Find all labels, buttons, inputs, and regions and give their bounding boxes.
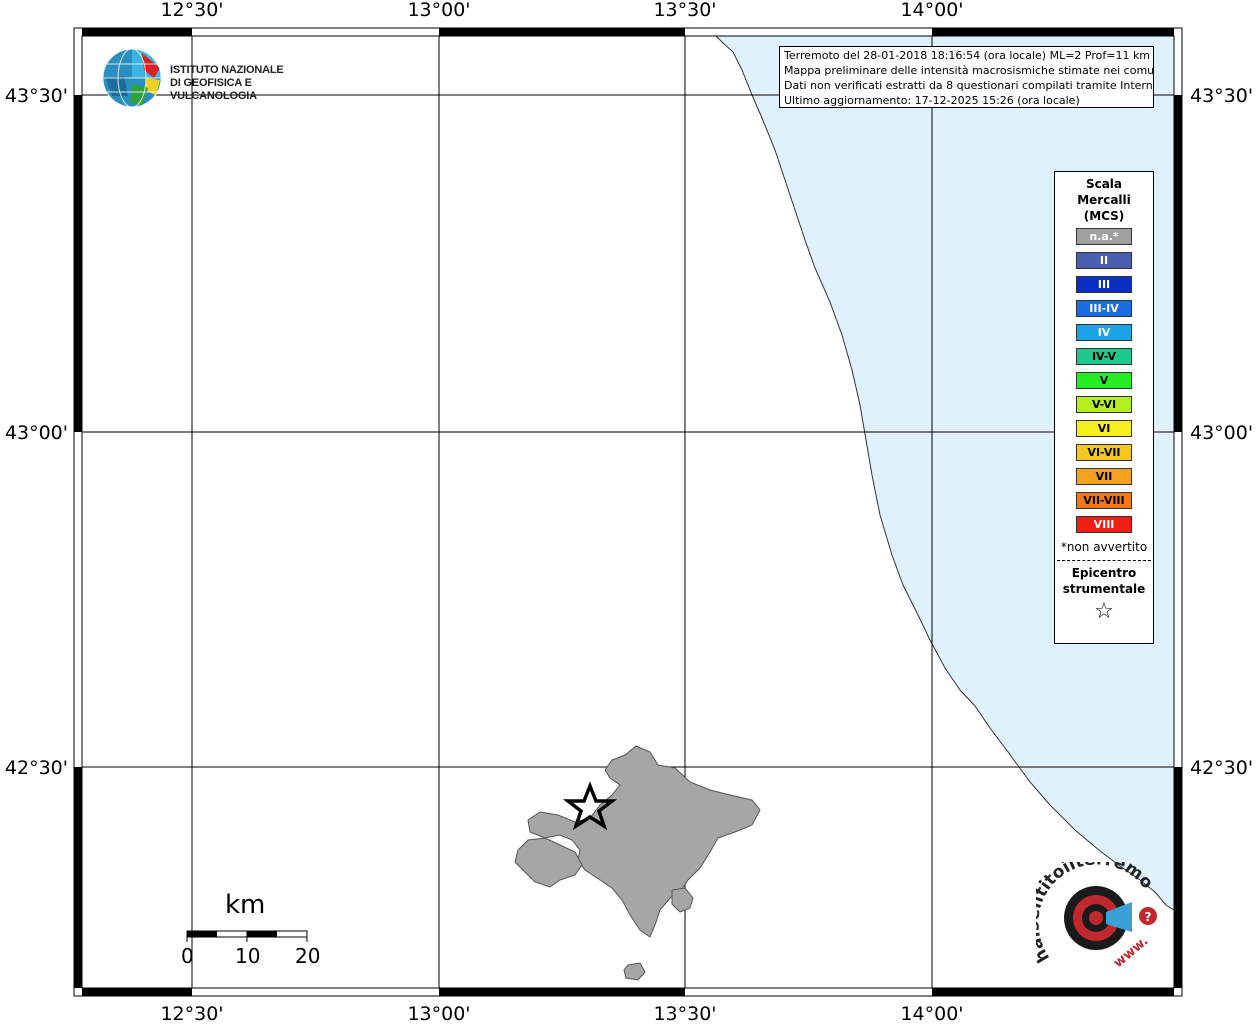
lon-tick-bottom-3: 13°30' <box>653 1003 716 1024</box>
legend-item: II <box>1076 252 1132 269</box>
ingv-logo: ISTITUTO NAZIONALE DI GEOFISICA E VULCAN… <box>102 48 332 110</box>
event-info-line-3: Dati non verificati estratti da 8 questi… <box>784 79 1154 92</box>
event-info-line-1: Terremoto del 28-01-2018 18:16:54 (ora l… <box>784 49 1151 62</box>
lat-tick-left-1: 43°30' <box>5 85 68 107</box>
legend-epicenter-line2: strumentale <box>1062 582 1146 596</box>
legend-item: IV-V <box>1076 348 1132 365</box>
legend-note: *non avvertito <box>1060 540 1148 554</box>
legend-item: V-VI <box>1076 396 1132 413</box>
scale-bar <box>186 930 308 942</box>
scale-unit: km <box>225 890 266 920</box>
lat-tick-left-2: 43°00' <box>5 422 68 444</box>
legend-epicenter-label: Epicentro strumentale <box>1055 565 1153 597</box>
lon-tick-bottom-2: 13°00' <box>407 1003 470 1024</box>
lat-tick-right-2: 43°00' <box>1190 422 1253 444</box>
lon-tick-top-1: 12°30' <box>160 0 223 21</box>
event-info-line-4: Ultimo aggiornamento: 17-12-2025 15:26 (… <box>784 94 1080 107</box>
lon-tick-bottom-1: 12°30' <box>160 1003 223 1024</box>
legend-item: VII-VIII <box>1076 492 1132 509</box>
scale-label-10: 10 <box>235 944 261 968</box>
lat-tick-right-3: 42°30' <box>1190 757 1253 779</box>
legend-item: IV <box>1076 324 1132 341</box>
legend-item: VI-VII <box>1076 444 1132 461</box>
legend-item: n.a.* <box>1076 228 1132 245</box>
legend-star-icon: ☆ <box>1094 599 1114 624</box>
event-info-line-2: Mappa preliminare delle intensità macros… <box>784 64 1154 77</box>
legend-item: III <box>1076 276 1132 293</box>
legend-title: Scala Mercalli (MCS) <box>1055 176 1153 224</box>
ingv-name: ISTITUTO NAZIONALE DI GEOFISICA E VULCAN… <box>170 64 332 103</box>
region-shape <box>514 745 761 981</box>
legend-item: VIII <box>1076 516 1132 533</box>
hsit-logo: haisentitoilterremoto.it www. ? <box>1023 847 1176 982</box>
scale-label-0: 0 <box>181 944 194 968</box>
scale-label-20: 20 <box>295 944 321 968</box>
legend-items: n.a.* II III III-IV IV IV-V V V-VI VI VI-VII VII VI… <box>1055 228 1153 533</box>
lat-tick-right-1: 43°30' <box>1190 85 1253 107</box>
ingv-name-line1: ISTITUTO NAZIONALE <box>170 64 284 76</box>
question-icon: ? <box>1145 910 1152 924</box>
lat-tick-left-3: 42°30' <box>5 757 68 779</box>
lon-tick-top-2: 13°00' <box>407 0 470 21</box>
intensity-legend: Scala Mercalli (MCS) n.a.* II III III-IV IV I… <box>1054 171 1154 644</box>
legend-epicenter-line1: Epicentro <box>1071 566 1137 580</box>
legend-item: V <box>1076 372 1132 389</box>
legend-title-line2: Mercalli <box>1077 193 1131 207</box>
legend-title-line3: (MCS) <box>1083 209 1125 223</box>
ingv-name-line2: DI GEOFISICA E VULCANOLOGIA <box>170 77 257 102</box>
lon-tick-top-4: 14°00' <box>900 0 963 21</box>
legend-title-line1: Scala <box>1085 177 1123 191</box>
lon-tick-top-3: 13°30' <box>653 0 716 21</box>
legend-item: III-IV <box>1076 300 1132 317</box>
legend-separator <box>1057 560 1151 561</box>
globe-icon <box>102 48 162 108</box>
event-info-box: Terremoto del 28-01-2018 18:16:54 (ora l… <box>779 46 1154 108</box>
lon-tick-bottom-4: 14°00' <box>900 1003 963 1024</box>
hsit-logo-graphic: haisentitoilterremoto.it www. ? <box>1023 847 1157 971</box>
legend-item: VI <box>1076 420 1132 437</box>
legend-item: VII <box>1076 468 1132 485</box>
